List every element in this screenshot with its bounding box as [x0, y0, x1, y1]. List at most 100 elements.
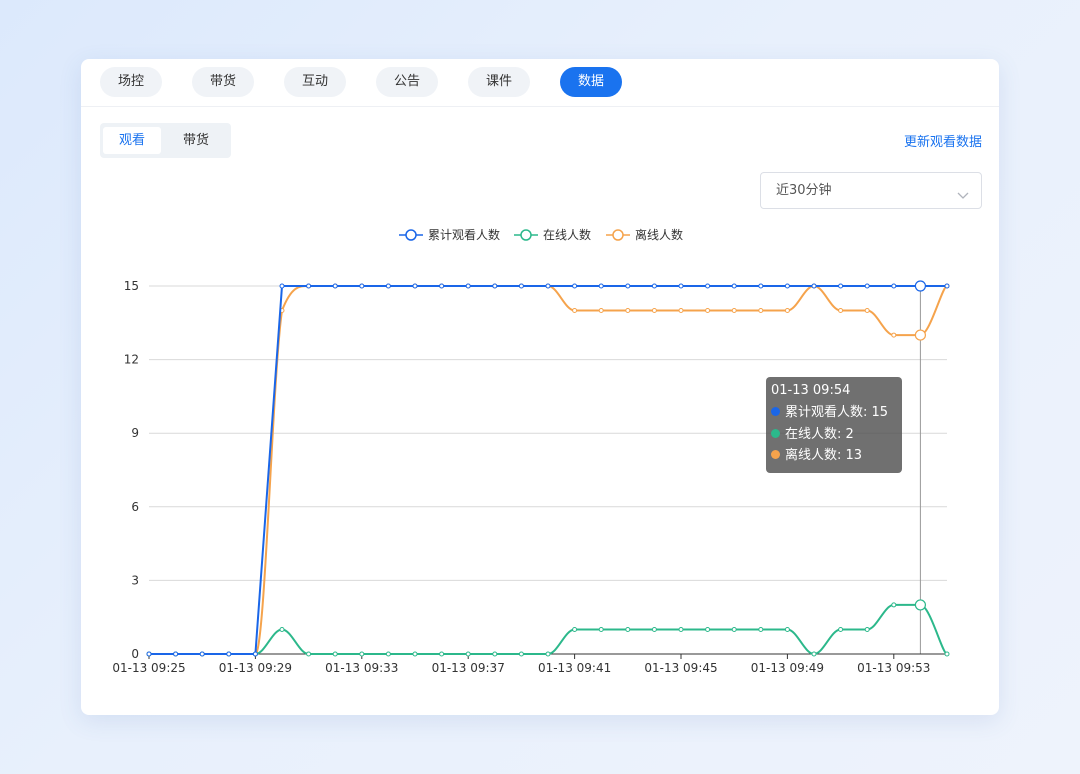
data-point	[914, 599, 927, 611]
x-tick-label: 01-13 09:29	[219, 661, 292, 675]
data-point	[279, 626, 285, 632]
x-tick-label: 01-13 09:25	[112, 661, 185, 675]
data-point	[651, 308, 657, 314]
data-point	[359, 283, 365, 289]
data-point	[651, 283, 657, 289]
data-point	[518, 283, 524, 289]
data-point	[306, 651, 312, 657]
data-point	[598, 626, 604, 632]
data-point	[944, 283, 950, 289]
data-point	[864, 308, 870, 314]
data-point	[838, 283, 844, 289]
data-point	[705, 626, 711, 632]
tooltip-row-offline: 离线人数: 13	[771, 445, 902, 467]
tooltip-dot	[771, 428, 780, 438]
data-point	[758, 626, 764, 632]
data-point	[572, 283, 578, 289]
x-tick-label: 01-13 09:41	[538, 661, 611, 675]
data-point	[784, 308, 790, 314]
data-point	[598, 308, 604, 314]
legend-marker	[520, 229, 532, 241]
y-tick-label: 0	[131, 647, 139, 661]
data-point	[838, 626, 844, 632]
data-point	[545, 651, 551, 657]
data-point	[914, 280, 927, 292]
data-point	[651, 626, 657, 632]
data-panel: 场控 带货 互动 公告 课件 数据 观看 带货 更新观看数据 近30分钟 036…	[81, 59, 999, 715]
data-point	[199, 651, 205, 657]
x-tick-label: 01-13 09:53	[857, 661, 930, 675]
data-point	[914, 329, 927, 341]
data-point	[731, 626, 737, 632]
data-point	[705, 283, 711, 289]
data-point	[864, 626, 870, 632]
data-point	[838, 308, 844, 314]
data-point	[252, 651, 258, 657]
data-point	[598, 283, 604, 289]
data-point	[412, 651, 418, 657]
data-point	[784, 626, 790, 632]
tooltip-time: 01-13 09:54	[771, 383, 851, 398]
data-point	[572, 308, 578, 314]
y-tick-label: 15	[124, 279, 139, 293]
series-line	[149, 603, 948, 656]
data-point	[625, 283, 631, 289]
data-point	[226, 651, 232, 657]
y-tick-label: 9	[131, 426, 139, 440]
data-point	[439, 651, 445, 657]
tooltip-text: 在线人数: 2	[785, 426, 854, 442]
data-point	[572, 626, 578, 632]
tooltip-text: 累计观看人数: 15	[785, 405, 889, 420]
data-point	[385, 651, 391, 657]
data-point	[864, 283, 870, 289]
y-tick-label: 3	[131, 573, 139, 587]
x-tick-label: 01-13 09:49	[751, 661, 824, 675]
y-tick-label: 12	[124, 353, 139, 367]
legend-marker	[612, 229, 624, 241]
data-point	[678, 283, 684, 289]
data-point	[811, 283, 817, 289]
legend-label: 在线人数	[543, 227, 591, 242]
data-point	[678, 308, 684, 314]
data-point	[465, 283, 471, 289]
data-point	[518, 651, 524, 657]
data-point	[465, 651, 471, 657]
data-point	[385, 283, 391, 289]
tooltip-row-cumulative: 累计观看人数: 15	[771, 402, 902, 424]
chart-tooltip: 01-13 09:54 累计观看人数: 15 在线人数: 2 离线人数: 13	[766, 377, 902, 473]
data-point	[359, 651, 365, 657]
data-point	[492, 651, 498, 657]
data-point	[705, 308, 711, 314]
data-point	[784, 283, 790, 289]
data-point	[625, 308, 631, 314]
data-point	[279, 283, 285, 289]
x-tick-label: 01-13 09:37	[432, 661, 505, 675]
data-point	[146, 651, 152, 657]
data-point	[332, 283, 338, 289]
legend-marker	[405, 229, 417, 241]
legend-label: 累计观看人数	[428, 227, 500, 242]
data-point	[758, 308, 764, 314]
x-tick-label: 01-13 09:33	[325, 661, 398, 675]
data-point	[173, 651, 179, 657]
data-point	[944, 651, 950, 657]
data-point	[731, 308, 737, 314]
tooltip-dot	[771, 450, 780, 459]
tooltip-dot	[771, 407, 780, 416]
data-point	[731, 283, 737, 289]
data-point	[492, 283, 498, 289]
data-point	[332, 651, 338, 657]
data-point	[306, 283, 312, 289]
legend-label: 离线人数	[635, 227, 683, 242]
data-point	[891, 602, 897, 608]
x-tick-label: 01-13 09:45	[644, 661, 717, 675]
data-point	[439, 283, 445, 289]
tooltip-row-online: 在线人数: 2	[771, 424, 902, 446]
data-point	[758, 283, 764, 289]
data-point	[545, 283, 551, 289]
y-tick-label: 6	[131, 500, 139, 514]
tooltip-text: 离线人数: 13	[785, 448, 863, 463]
data-point	[891, 332, 897, 338]
data-point	[891, 283, 897, 289]
data-point	[811, 651, 817, 657]
